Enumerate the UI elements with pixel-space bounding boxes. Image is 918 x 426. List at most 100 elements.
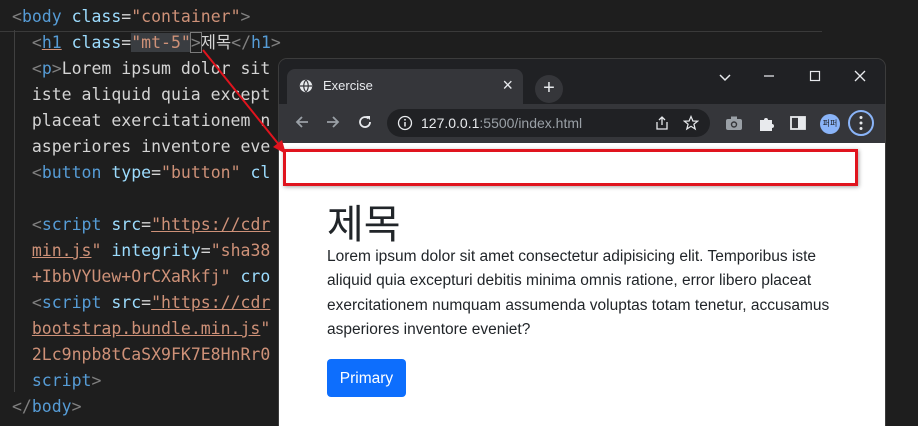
code-line: bootstrap.bundle.min.js" <box>12 316 270 342</box>
address-bar[interactable]: 127.0.0.1:5500/index.html <box>387 109 710 137</box>
code-token: h1 <box>41 33 62 52</box>
sidebar-icon[interactable] <box>786 111 810 135</box>
code-line: script> <box>12 368 102 394</box>
url-path: :5500/index.html <box>479 115 583 131</box>
code-token: p <box>41 59 52 78</box>
code-token: body <box>31 397 72 416</box>
code-token: " <box>260 319 271 338</box>
code-line: <script src="https://cdr <box>12 290 270 316</box>
tab-close-icon[interactable]: × <box>502 75 513 96</box>
reload-icon[interactable] <box>352 111 378 137</box>
code-line: asperiores inventore eve <box>12 134 270 160</box>
extensions-puzzle-icon[interactable] <box>755 111 779 135</box>
code-line: </body> <box>12 394 82 420</box>
code-token: body <box>21 7 62 26</box>
code-token: h1 <box>251 33 271 52</box>
share-icon[interactable] <box>654 115 670 131</box>
minimize-icon[interactable] <box>754 65 784 91</box>
browser-window: Exercise × + 127.0.0.1:5500/index.html 퍼… <box>279 59 885 426</box>
code-token: = <box>141 215 152 234</box>
code-token: "container" <box>131 7 241 26</box>
code-token: integrity <box>111 241 201 260</box>
tab-search-chevron-icon[interactable] <box>710 65 740 91</box>
code-line: placeat exercitationem n <box>12 108 270 134</box>
code-line: <button type="button" cl <box>12 160 270 186</box>
code-token: > <box>270 33 281 52</box>
code-token: "https://cdr <box>151 215 271 234</box>
tab-title: Exercise <box>323 78 373 93</box>
code-token: Lorem ipsum dolor sit <box>61 59 271 78</box>
code-token: </ <box>12 397 32 416</box>
code-token: = <box>121 33 132 52</box>
code-token: script <box>31 371 92 390</box>
code-token: src <box>111 215 142 234</box>
code-token: > <box>71 397 82 416</box>
code-token: type <box>111 163 152 182</box>
kebab-menu-icon[interactable] <box>848 110 874 136</box>
code-token: = <box>141 293 152 312</box>
code-token: 2Lc9npb8tCaSX9FK7E8HnRr0 <box>31 345 271 364</box>
code-line: +IbbVYUew+OrCXaRkfj" cro <box>12 264 270 290</box>
code-token: < <box>31 33 42 52</box>
forward-arrow-icon[interactable] <box>320 111 346 137</box>
code-token: class <box>71 33 122 52</box>
close-window-icon[interactable] <box>845 65 875 91</box>
code-line: <h1 class="mt-5">제목</h1> <box>12 30 281 56</box>
info-icon[interactable] <box>397 115 413 131</box>
bookmark-star-icon[interactable] <box>683 115 699 131</box>
code-token: min.js <box>31 241 92 260</box>
code-line: min.js" integrity="sha38 <box>12 238 270 264</box>
code-token: "button" <box>161 163 241 182</box>
code-token: class <box>71 7 122 26</box>
code-token: placeat exercitationem n <box>12 111 271 130</box>
code-line: <body class="container"> <box>12 4 250 30</box>
maximize-icon[interactable] <box>800 65 830 91</box>
code-token: </ <box>231 33 252 52</box>
camera-icon[interactable] <box>722 111 746 135</box>
code-token: "sha38 <box>210 241 271 260</box>
code-line: <p>Lorem ipsum dolor sit <box>12 56 270 82</box>
code-token: > <box>240 7 251 26</box>
code-token: "mt-5" <box>131 33 191 52</box>
url-text: 127.0.0.1:5500/index.html <box>421 115 582 131</box>
page-paragraph: Lorem ipsum dolor sit amet consectetur a… <box>327 248 830 338</box>
code-token: script <box>41 293 102 312</box>
code-token: > <box>51 59 62 78</box>
code-token: < <box>31 163 42 182</box>
browser-tab[interactable]: Exercise × <box>287 69 523 104</box>
globe-icon <box>299 79 313 93</box>
code-token: < <box>31 293 42 312</box>
margin-highlight-box <box>283 149 858 186</box>
url-host: 127.0.0.1 <box>421 115 480 131</box>
code-token: cro <box>240 267 271 286</box>
code-token: button <box>41 163 102 182</box>
code-token: = <box>151 163 162 182</box>
new-tab-button[interactable]: + <box>535 75 563 103</box>
code-token: src <box>111 293 142 312</box>
code-line: 2Lc9npb8tCaSX9FK7E8HnRr0 <box>12 342 270 368</box>
back-arrow-icon[interactable] <box>289 111 315 137</box>
code-token: > <box>91 371 102 390</box>
profile-avatar[interactable]: 퍼퍼 <box>820 114 840 134</box>
code-token: asperiores inventore eve <box>12 137 271 156</box>
code-token: = <box>121 7 132 26</box>
code-token: > <box>189 32 202 53</box>
primary-button[interactable]: Primary <box>327 359 406 397</box>
